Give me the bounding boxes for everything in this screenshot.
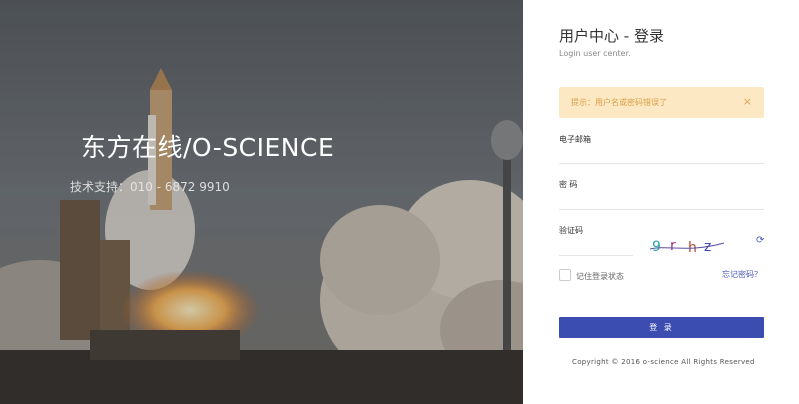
login-panel: 用户中心 - 登录 Login user center. 提示：用户名或密码错误… (523, 0, 799, 404)
copyright-text: Copyright © 2016 o-science All Rights Re… (572, 358, 755, 366)
error-alert: 提示：用户名或密码错误了 × (559, 87, 764, 118)
remember-label: 记住登录状态 (576, 272, 624, 281)
password-field[interactable] (559, 191, 764, 210)
captcha-char: r (670, 238, 676, 254)
close-icon[interactable]: × (743, 95, 752, 108)
captcha-image[interactable]: 9 r h z (648, 235, 726, 257)
brand-title: 东方在线/O-SCIENCE (81, 133, 335, 162)
alert-message: 提示：用户名或密码错误了 (571, 98, 667, 107)
support-phone: 技术支持：010 - 6872 9910 (70, 180, 230, 194)
email-label: 电子邮箱 (559, 135, 591, 144)
login-button[interactable]: 登 录 (559, 317, 764, 338)
password-label: 密 码 (559, 180, 578, 189)
captcha-char: 9 (652, 239, 661, 255)
forgot-password-link[interactable]: 忘记密码？ (722, 269, 762, 280)
captcha-label: 验证码 (559, 226, 583, 235)
email-field[interactable] (559, 145, 764, 164)
rocket-launch-illustration (0, 0, 523, 404)
captcha-field[interactable] (559, 237, 633, 256)
hero-background: 东方在线/O-SCIENCE 技术支持：010 - 6872 9910 (0, 0, 523, 404)
refresh-captcha-icon[interactable]: ⟳ (756, 235, 764, 246)
page-title: 用户中心 - 登录 (559, 27, 664, 45)
remember-checkbox[interactable] (559, 269, 571, 281)
page-subtitle: Login user center. (559, 49, 631, 58)
